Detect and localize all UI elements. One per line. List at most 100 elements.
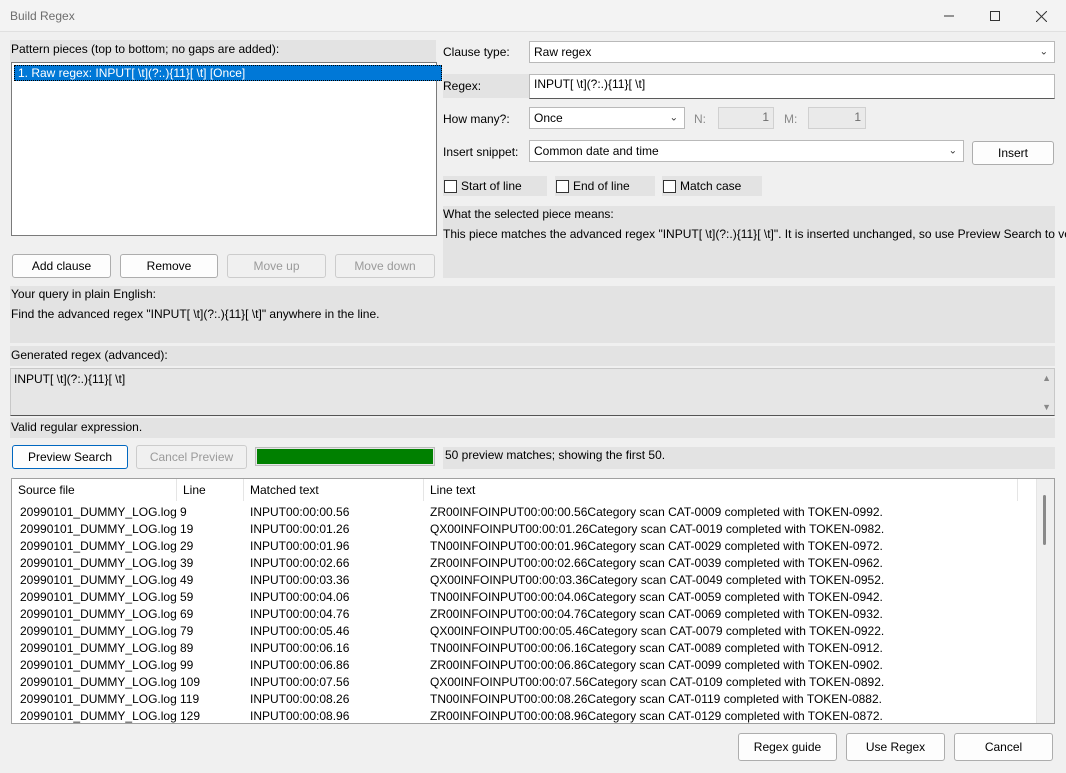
checkbox-icon (663, 179, 676, 193)
cancel-button[interactable]: Cancel (954, 733, 1053, 761)
how-many-select[interactable]: Once ⌄ (529, 107, 685, 129)
scroll-up-icon[interactable]: ▲ (1042, 373, 1051, 383)
column-header-source[interactable]: Source file (12, 479, 177, 501)
table-row[interactable]: 20990101_DUMMY_LOG.log 49 INPUT00:00:03.36… (12, 572, 1032, 589)
use-regex-button[interactable]: Use Regex (846, 733, 945, 761)
cancel-preview-button[interactable]: Cancel Preview (136, 445, 247, 469)
table-row[interactable]: 20990101_DUMMY_LOG.log 129 INPUT00:00:08.9… (12, 708, 1032, 723)
cell-line-text: QX00INFOINPUT00:00:07.56Category scan CA… (430, 675, 885, 689)
results-grid[interactable]: Source file Line Matched text Line text … (11, 478, 1055, 724)
table-row[interactable]: 20990101_DUMMY_LOG.log 119 INPUT00:00:08.2… (12, 691, 1032, 708)
pattern-list[interactable]: 1. Raw regex: INPUT[ \t](?:.){11}[ \t] [… (11, 62, 442, 236)
cell-line: 39 (180, 556, 194, 570)
table-row[interactable]: 20990101_DUMMY_LOG.log 9 INPUT00:00:00.56 Z… (12, 504, 1032, 521)
checkbox-icon (444, 179, 457, 193)
table-row[interactable]: 20990101_DUMMY_LOG.log 109 INPUT00:00:07.5… (12, 674, 1032, 691)
maximize-button[interactable] (972, 0, 1018, 32)
clause-type-select[interactable]: Raw regex ⌄ (529, 41, 1055, 63)
cell-line: 29 (180, 539, 194, 553)
table-row[interactable]: 20990101_DUMMY_LOG.log 39 INPUT00:00:02.66… (12, 555, 1032, 572)
add-clause-button[interactable]: Add clause (12, 254, 111, 278)
pattern-item-selected[interactable]: 1. Raw regex: INPUT[ \t](?:.){11}[ \t] [… (14, 65, 442, 81)
cell-line: 49 (180, 573, 194, 587)
close-button[interactable] (1018, 0, 1064, 32)
cell-source-file: 20990101_DUMMY_LOG.log (20, 590, 177, 604)
cell-line-text: ZR00INFOINPUT00:00:06.86Category scan CA… (430, 658, 883, 672)
window-title: Build Regex (10, 9, 75, 23)
status-panel (10, 418, 1055, 438)
preview-status-text: 50 preview matches; showing the first 50… (445, 448, 666, 462)
remove-button[interactable]: Remove (120, 254, 218, 278)
scroll-thumb[interactable] (1043, 495, 1046, 545)
regex-label: Regex: (443, 79, 482, 93)
cell-line: 109 (180, 675, 201, 689)
generated-regex-box[interactable]: INPUT[ \t](?:.){11}[ \t] ▲ ▼ (10, 368, 1055, 416)
move-up-button[interactable]: Move up (227, 254, 326, 278)
snippet-label: Insert snippet: (443, 145, 519, 159)
cell-matched-text: INPUT00:00:08.26 (250, 692, 350, 706)
column-header-line[interactable]: Line (177, 479, 244, 501)
close-icon (1035, 10, 1047, 22)
regex-guide-button[interactable]: Regex guide (738, 733, 837, 761)
cell-matched-text: INPUT00:00:06.86 (250, 658, 350, 672)
vertical-scrollbar[interactable] (1036, 479, 1054, 723)
cell-source-file: 20990101_DUMMY_LOG.log (20, 692, 177, 706)
m-input[interactable]: 1 (808, 107, 866, 129)
cell-matched-text: INPUT00:00:04.76 (250, 607, 350, 621)
cell-line: 79 (180, 624, 194, 638)
pattern-label: Pattern pieces (top to bottom; no gaps a… (11, 42, 280, 56)
end-of-line-checkbox[interactable]: End of line (555, 176, 655, 196)
chevron-down-icon: ⌄ (1039, 46, 1048, 58)
cell-line-text: QX00INFOINPUT00:00:03.36Category scan CA… (430, 573, 885, 587)
table-row[interactable]: 20990101_DUMMY_LOG.log 79 INPUT00:00:05.46… (12, 623, 1032, 640)
meaning-title: What the selected piece means: (443, 207, 614, 221)
chevron-down-icon: ⌄ (948, 145, 957, 157)
cell-source-file: 20990101_DUMMY_LOG.log (20, 522, 177, 536)
cell-matched-text: INPUT00:00:01.96 (250, 539, 350, 553)
start-of-line-checkbox[interactable]: Start of line (443, 176, 547, 196)
cell-source-file: 20990101_DUMMY_LOG.log (20, 573, 177, 587)
minimize-icon (944, 15, 954, 17)
cell-line-text: ZR00INFOINPUT00:00:08.96Category scan CA… (430, 709, 883, 723)
n-label: N: (694, 112, 706, 126)
table-row[interactable]: 20990101_DUMMY_LOG.log 29 INPUT00:00:01.96… (12, 538, 1032, 555)
cell-source-file: 20990101_DUMMY_LOG.log (20, 505, 177, 519)
checkbox-icon (556, 179, 569, 193)
cell-line-text: TN00INFOINPUT00:00:04.06Category scan CA… (430, 590, 883, 604)
match-case-checkbox[interactable]: Match case (662, 176, 762, 196)
cell-line-text: ZR00INFOINPUT00:00:00.56Category scan CA… (430, 505, 883, 519)
table-row[interactable]: 20990101_DUMMY_LOG.log 69 INPUT00:00:04.76… (12, 606, 1032, 623)
cell-line-text: QX00INFOINPUT00:00:05.46Category scan CA… (430, 624, 885, 638)
table-row[interactable]: 20990101_DUMMY_LOG.log 59 INPUT00:00:04.06… (12, 589, 1032, 606)
column-header-line-text[interactable]: Line text (424, 479, 1018, 501)
cell-source-file: 20990101_DUMMY_LOG.log (20, 658, 177, 672)
cell-matched-text: INPUT00:00:06.16 (250, 641, 350, 655)
cell-matched-text: INPUT00:00:03.36 (250, 573, 350, 587)
m-label: M: (784, 112, 798, 126)
cell-line: 119 (180, 692, 200, 706)
clause-type-label: Clause type: (443, 45, 510, 59)
minimize-button[interactable] (926, 0, 972, 32)
scroll-down-icon[interactable]: ▼ (1042, 402, 1051, 412)
cell-source-file: 20990101_DUMMY_LOG.log (20, 539, 177, 553)
status-text: Valid regular expression. (11, 420, 143, 434)
preview-search-button[interactable]: Preview Search (12, 445, 128, 469)
cell-source-file: 20990101_DUMMY_LOG.log (20, 607, 177, 621)
n-input[interactable]: 1 (718, 107, 774, 129)
table-row[interactable]: 20990101_DUMMY_LOG.log 89 INPUT00:00:06.16… (12, 640, 1032, 657)
regex-input[interactable]: INPUT[ \t](?:.){11}[ \t] (529, 74, 1055, 99)
table-row[interactable]: 20990101_DUMMY_LOG.log 99 INPUT00:00:06.86… (12, 657, 1032, 674)
snippet-select[interactable]: Common date and time ⌄ (529, 140, 964, 162)
cell-matched-text: INPUT00:00:04.06 (250, 590, 350, 604)
generated-regex-text: INPUT[ \t](?:.){11}[ \t] (14, 372, 126, 386)
table-row[interactable]: 20990101_DUMMY_LOG.log 19 INPUT00:00:01.26… (12, 521, 1032, 538)
title-bar (0, 0, 1066, 32)
insert-button[interactable]: Insert (972, 141, 1054, 165)
cell-line: 59 (180, 590, 194, 604)
column-header-matched[interactable]: Matched text (244, 479, 424, 501)
move-down-button[interactable]: Move down (335, 254, 435, 278)
cell-line-text: TN00INFOINPUT00:00:08.26Category scan CA… (430, 692, 882, 706)
progress-fill (257, 449, 433, 464)
cell-line-text: ZR00INFOINPUT00:00:02.66Category scan CA… (430, 556, 883, 570)
cell-line: 19 (180, 522, 194, 536)
